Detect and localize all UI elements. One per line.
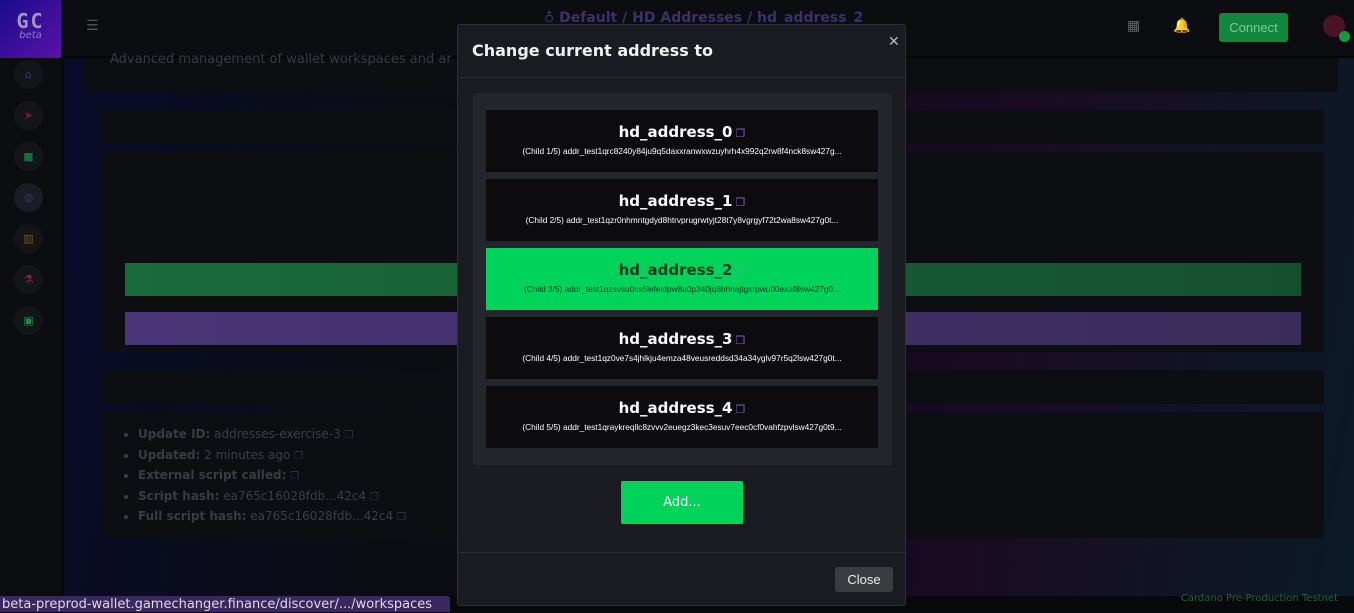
copy-icon[interactable]: ❐: [736, 403, 746, 416]
modal-title: Change current address to: [472, 41, 714, 60]
address-item[interactable]: hd_address_3 ❐ (Child 4/5) addr_test1qz0ve…: [486, 317, 878, 379]
change-address-modal: Change current address to ✕ hd_address_0…: [457, 24, 906, 606]
close-button[interactable]: Close: [835, 567, 893, 592]
connect-button[interactable]: Connect: [1219, 13, 1288, 42]
online-status-dot: [1339, 31, 1350, 42]
globe-icon[interactable]: ◍: [14, 183, 43, 212]
sidebar: ⌂ ➤ ■ ◍ ▥ ⚗ ▣: [0, 58, 61, 612]
address-item[interactable]: hd_address_0 ❐ (Child 1/5) addr_test1qrc82…: [486, 110, 878, 172]
info-updated: Updated: 2 minutes ago ❐: [138, 446, 406, 467]
copy-icon[interactable]: ❐: [736, 127, 746, 140]
address-list: hd_address_0 ❐ (Child 1/5) addr_test1qrc82…: [473, 93, 892, 465]
copy-icon[interactable]: ❐: [294, 451, 303, 462]
copy-icon[interactable]: ❐: [736, 265, 746, 278]
link-status-bar: beta-preprod-wallet.gamechanger.finance/…: [0, 596, 450, 612]
copy-icon[interactable]: ❐: [290, 471, 299, 482]
logo[interactable]: GC beta: [0, 0, 61, 58]
logo-text: GC: [16, 9, 45, 33]
copy-icon[interactable]: ❐: [370, 492, 379, 503]
info-update-id: Update ID: addresses-exercise-3 ❐: [138, 425, 406, 446]
home-icon[interactable]: ⌂: [14, 60, 43, 89]
address-item[interactable]: hd_address_4 ❐ (Child 5/5) addr_test1qrayk…: [486, 386, 878, 448]
copy-icon[interactable]: ❐: [397, 512, 406, 523]
info-external-script: External script called: ❐: [138, 466, 406, 487]
info-full-script-hash: Full script hash: ea765c16028fdb...42c4 …: [138, 507, 406, 528]
network-label: Cardano Pre-Production Testnet: [1180, 593, 1338, 604]
flask-icon[interactable]: ⚗: [14, 265, 43, 294]
copy-icon[interactable]: ❐: [736, 196, 746, 209]
send-icon[interactable]: ➤: [14, 101, 43, 130]
copy-icon[interactable]: ❐: [736, 334, 746, 347]
menu-icon[interactable]: ☰: [86, 18, 99, 34]
gift-icon[interactable]: ■: [14, 142, 43, 171]
add-address-button[interactable]: Add...: [621, 481, 743, 524]
details-list: Update ID: addresses-exercise-3 ❐ Update…: [123, 425, 406, 528]
page-subtitle: Advanced management of wallet workspaces…: [110, 52, 452, 67]
divider: [458, 77, 905, 78]
bell-icon[interactable]: 🔔: [1173, 18, 1190, 34]
factory-icon[interactable]: ▥: [14, 224, 43, 253]
copy-icon[interactable]: ❐: [345, 430, 354, 441]
qr-code-icon[interactable]: ▦: [1127, 18, 1140, 34]
logo-beta: beta: [19, 30, 42, 41]
info-script-hash: Script hash: ea765c16028fdb...42c4 ❐: [138, 487, 406, 508]
money-icon[interactable]: ▣: [14, 306, 43, 335]
divider: [458, 552, 905, 553]
address-item[interactable]: hd_address_1 ❐ (Child 2/5) addr_test1qzr0n…: [486, 179, 878, 241]
avatar[interactable]: [1323, 15, 1350, 42]
address-item-selected[interactable]: hd_address_2 ❐ (Child 3/5) addr_test1qzsvs…: [486, 248, 878, 310]
close-icon[interactable]: ✕: [888, 34, 900, 50]
